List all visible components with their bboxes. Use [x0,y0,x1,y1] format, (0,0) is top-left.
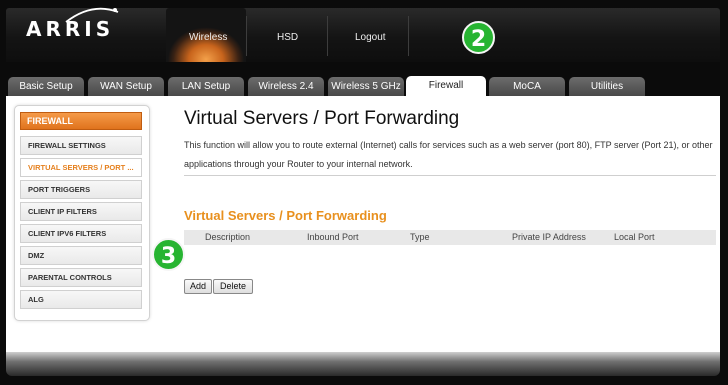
tab-lan-setup[interactable]: LAN Setup [168,77,244,97]
step-badge-3: 3 [152,238,185,271]
page-description: This function will allow you to route ex… [184,140,713,169]
arris-logo: ARRIS [26,17,115,41]
nav-logout[interactable]: Logout [355,32,386,43]
tab-wan-setup[interactable]: WAN Setup [88,77,164,97]
sidebar-item-alg[interactable]: ALG [20,290,142,309]
divider [184,175,716,176]
sidebar-heading: FIREWALL [20,112,142,130]
sidebar-item-client-ip-filters[interactable]: CLIENT IP FILTERS [20,202,142,221]
nav-separator [246,16,247,56]
column-header-private-ip: Private IP Address [512,232,586,242]
sidebar-item-dmz[interactable]: DMZ [20,246,142,265]
panel-footer [6,352,720,376]
sidebar-item-port-triggers[interactable]: PORT TRIGGERS [20,180,142,199]
sidebar-item-client-ipv6-filters[interactable]: CLIENT IPV6 FILTERS [20,224,142,243]
column-header-inbound-port: Inbound Port [307,232,359,242]
sidebar-item-parental-controls[interactable]: PARENTAL CONTROLS [20,268,142,287]
column-header-local-port: Local Port [614,232,655,242]
column-header-type: Type [410,232,430,242]
add-button[interactable]: Add [184,279,212,294]
column-header-description: Description [205,232,251,242]
nav-separator [327,16,328,56]
section-title: Virtual Servers / Port Forwarding [184,208,387,223]
nav-hsd[interactable]: HSD [277,32,298,43]
tab-utilities[interactable]: Utilities [569,77,645,97]
tab-firewall[interactable]: Firewall [406,76,486,98]
nav-wireless[interactable]: Wireless [189,32,227,43]
step-badge-2: 2 [462,21,495,54]
tab-wireless-5[interactable]: Wireless 5 GHz [328,77,404,97]
tab-basic-setup[interactable]: Basic Setup [8,77,84,97]
tab-wireless-24[interactable]: Wireless 2.4 GHz [248,77,324,112]
nav-separator [408,16,409,56]
page-title: Virtual Servers / Port Forwarding [184,108,460,129]
delete-button[interactable]: Delete [213,279,253,294]
tab-moca[interactable]: MoCA [489,77,565,97]
sidebar-item-firewall-settings[interactable]: FIREWALL SETTINGS [20,136,142,155]
sidebar-item-virtual-servers[interactable]: VIRTUAL SERVERS / PORT ... [20,158,142,177]
